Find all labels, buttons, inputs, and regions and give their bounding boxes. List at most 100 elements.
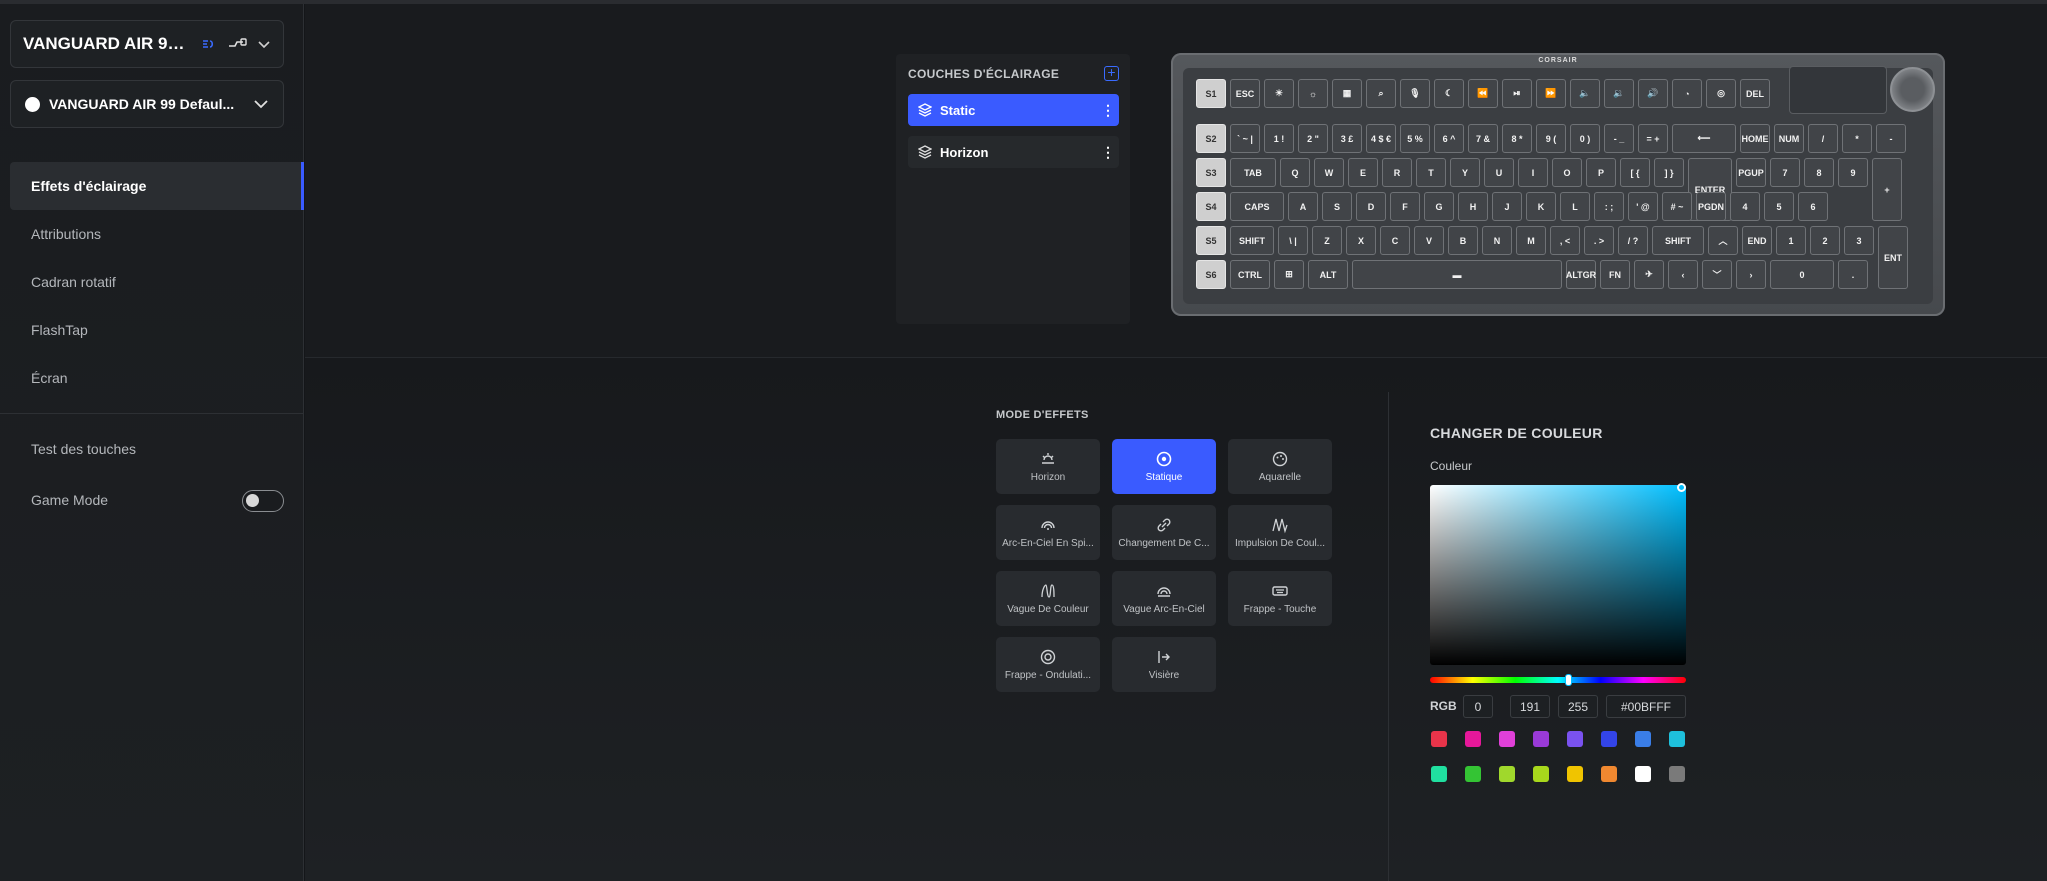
key[interactable]: ‹ — [1668, 260, 1698, 289]
key[interactable]: 3 — [1844, 226, 1874, 255]
color-swatch[interactable] — [1567, 731, 1583, 747]
key[interactable]: A — [1288, 192, 1318, 221]
game-mode-toggle[interactable] — [242, 490, 284, 512]
key[interactable]: ☼ — [1298, 79, 1328, 108]
key[interactable]: ◎ — [1706, 79, 1736, 108]
color-swatch[interactable] — [1635, 731, 1651, 747]
effect-option[interactable]: Impulsion De Coul... — [1228, 505, 1332, 560]
key[interactable]: - — [1876, 124, 1906, 153]
key[interactable]: K — [1526, 192, 1556, 221]
color-picker-handle[interactable] — [1677, 483, 1686, 492]
color-picker-area[interactable] — [1430, 485, 1686, 665]
key[interactable]: 1 ! — [1264, 124, 1294, 153]
key[interactable]: ESC — [1230, 79, 1260, 108]
nav-flashtap[interactable]: FlashTap — [10, 306, 304, 354]
key[interactable]: V — [1414, 226, 1444, 255]
key[interactable]: TAB — [1230, 158, 1276, 187]
key[interactable]: ☀ — [1264, 79, 1294, 108]
key[interactable]: M — [1516, 226, 1546, 255]
nav-screen[interactable]: Écran — [10, 354, 304, 402]
key[interactable]: 6 — [1798, 192, 1828, 221]
key[interactable]: HOME — [1740, 124, 1770, 153]
key[interactable]: 0 ) — [1570, 124, 1600, 153]
key[interactable]: ` ~ | — [1230, 124, 1260, 153]
color-swatch[interactable] — [1431, 731, 1447, 747]
blue-input[interactable]: 255 — [1558, 695, 1598, 718]
key[interactable]: S6 — [1196, 260, 1226, 289]
key[interactable]: ﹀ — [1702, 260, 1732, 289]
key[interactable]: S4 — [1196, 192, 1226, 221]
key[interactable]: 🔊 — [1638, 79, 1668, 108]
key[interactable]: : ; — [1594, 192, 1624, 221]
color-swatch[interactable] — [1499, 766, 1515, 782]
nav-rotary-dial[interactable]: Cadran rotatif — [10, 258, 304, 306]
key[interactable]: J — [1492, 192, 1522, 221]
key[interactable]: W — [1314, 158, 1344, 187]
key[interactable]: Z — [1312, 226, 1342, 255]
key[interactable]: ☾ — [1434, 79, 1464, 108]
color-swatch[interactable] — [1635, 766, 1651, 782]
key[interactable]: NUM — [1774, 124, 1804, 153]
effect-option[interactable]: Visière — [1112, 637, 1216, 692]
key[interactable]: / — [1808, 124, 1838, 153]
key[interactable]: Y — [1450, 158, 1480, 187]
color-swatch[interactable] — [1465, 731, 1481, 747]
key[interactable]: 8 * — [1502, 124, 1532, 153]
key[interactable]: I — [1518, 158, 1548, 187]
key[interactable]: ◔ — [1672, 79, 1702, 108]
device-selector[interactable]: VANGUARD AIR 99 ... — [10, 20, 284, 68]
key[interactable]: S5 — [1196, 226, 1226, 255]
color-swatch[interactable] — [1567, 766, 1583, 782]
key[interactable]: ⏪ — [1468, 79, 1498, 108]
key[interactable]: END — [1742, 226, 1772, 255]
effect-option[interactable]: Horizon — [996, 439, 1100, 494]
key[interactable]: 9 — [1838, 158, 1868, 187]
key[interactable]: # ~ — [1662, 192, 1692, 221]
color-swatch[interactable] — [1533, 766, 1549, 782]
key[interactable]: PGDN — [1696, 192, 1726, 221]
key[interactable]: ▦ — [1332, 79, 1362, 108]
key[interactable]: S — [1322, 192, 1352, 221]
color-swatch[interactable] — [1465, 766, 1481, 782]
key[interactable]: 5 % — [1400, 124, 1430, 153]
key[interactable]: [ { — [1620, 158, 1650, 187]
key[interactable]: 9 ( — [1536, 124, 1566, 153]
key[interactable]: H — [1458, 192, 1488, 221]
red-input[interactable]: 0 — [1463, 695, 1493, 718]
key[interactable]: ALT — [1308, 260, 1348, 289]
keyboard-screen[interactable] — [1789, 66, 1887, 114]
key[interactable]: . — [1838, 260, 1868, 289]
key[interactable]: PGUP — [1736, 158, 1766, 187]
key[interactable]: 7 & — [1468, 124, 1498, 153]
key[interactable]: G — [1424, 192, 1454, 221]
color-swatch[interactable] — [1669, 731, 1685, 747]
key[interactable]: L — [1560, 192, 1590, 221]
effect-option[interactable]: Changement De C... — [1112, 505, 1216, 560]
key[interactable]: 2 " — [1298, 124, 1328, 153]
key[interactable]: - _ — [1604, 124, 1634, 153]
key[interactable]: SHIFT — [1652, 226, 1704, 255]
key[interactable]: CTRL — [1230, 260, 1270, 289]
key[interactable]: SHIFT — [1230, 226, 1274, 255]
key[interactable]: E — [1348, 158, 1378, 187]
effect-option[interactable]: Frappe - Touche — [1228, 571, 1332, 626]
key[interactable]: C — [1380, 226, 1410, 255]
key[interactable]: 🔈 — [1570, 79, 1600, 108]
key[interactable]: S2 — [1196, 124, 1226, 153]
effect-option[interactable]: Vague De Couleur — [996, 571, 1100, 626]
key[interactable]: S1 — [1196, 79, 1226, 108]
key[interactable]: ALTGR — [1566, 260, 1596, 289]
key[interactable]: FN — [1600, 260, 1630, 289]
key[interactable]: + — [1872, 158, 1902, 221]
key[interactable]: 5 — [1764, 192, 1794, 221]
key[interactable]: B — [1448, 226, 1478, 255]
key[interactable]: 2 — [1810, 226, 1840, 255]
effect-option[interactable]: Arc-En-Ciel En Spi... — [996, 505, 1100, 560]
key[interactable]: 4 $ € — [1366, 124, 1396, 153]
more-options-icon[interactable]: ⋮ — [1097, 103, 1119, 117]
key[interactable]: 🔉 — [1604, 79, 1634, 108]
key[interactable]: R — [1382, 158, 1412, 187]
key[interactable]: D — [1356, 192, 1386, 221]
nav-lighting-effects[interactable]: Effets d'éclairage — [10, 162, 304, 210]
effect-option[interactable]: Vague Arc-En-Ciel — [1112, 571, 1216, 626]
